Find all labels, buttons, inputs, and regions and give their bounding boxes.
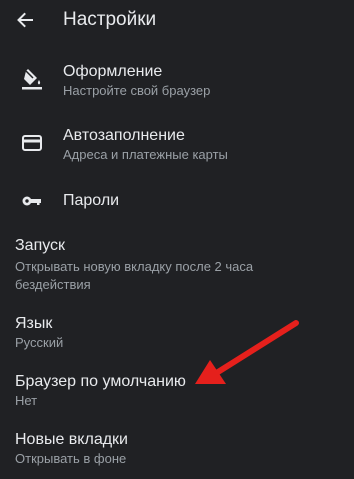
settings-item-title: Оформление <box>63 63 163 80</box>
settings-item-title: Автозаполнение <box>63 127 185 144</box>
settings-item-title: Новые вкладки <box>15 431 128 448</box>
settings-item-autofill[interactable]: Автозаполнение Адреса и платежные карты <box>0 120 354 172</box>
paint-bucket-icon <box>21 68 43 90</box>
settings-item-startup[interactable]: Запуск Открывать новую вкладку после 2 ч… <box>0 234 354 298</box>
key-icon <box>21 190 43 212</box>
settings-item-passwords[interactable]: Пароли <box>0 184 354 218</box>
back-button[interactable] <box>12 7 38 33</box>
settings-item-appearance[interactable]: Оформление Настройте свой браузер <box>0 56 354 108</box>
settings-item-subtitle-line2: бездействия <box>15 277 91 292</box>
credit-card-icon <box>21 132 43 154</box>
settings-item-default-browser[interactable]: Браузер по умолчанию Нет <box>0 370 354 414</box>
arrow-back-icon <box>17 12 33 28</box>
settings-item-title: Пароли <box>63 192 120 209</box>
settings-item-language[interactable]: Язык Русский <box>0 312 354 356</box>
settings-item-title: Запуск <box>15 237 66 254</box>
page-title: Настройки <box>63 9 157 30</box>
app-bar: Настройки <box>0 0 354 40</box>
settings-item-subtitle: Нет <box>15 393 38 408</box>
settings-item-new-tabs[interactable]: Новые вкладки Открывать в фоне <box>0 428 354 472</box>
settings-item-subtitle: Русский <box>15 335 64 350</box>
settings-item-subtitle: Открывать в фоне <box>15 451 127 466</box>
settings-item-subtitle: Адреса и платежные карты <box>63 147 228 162</box>
settings-item-title: Язык <box>15 315 53 332</box>
settings-item-title: Браузер по умолчанию <box>15 373 186 390</box>
settings-item-subtitle: Настройте свой браузер <box>63 83 211 98</box>
